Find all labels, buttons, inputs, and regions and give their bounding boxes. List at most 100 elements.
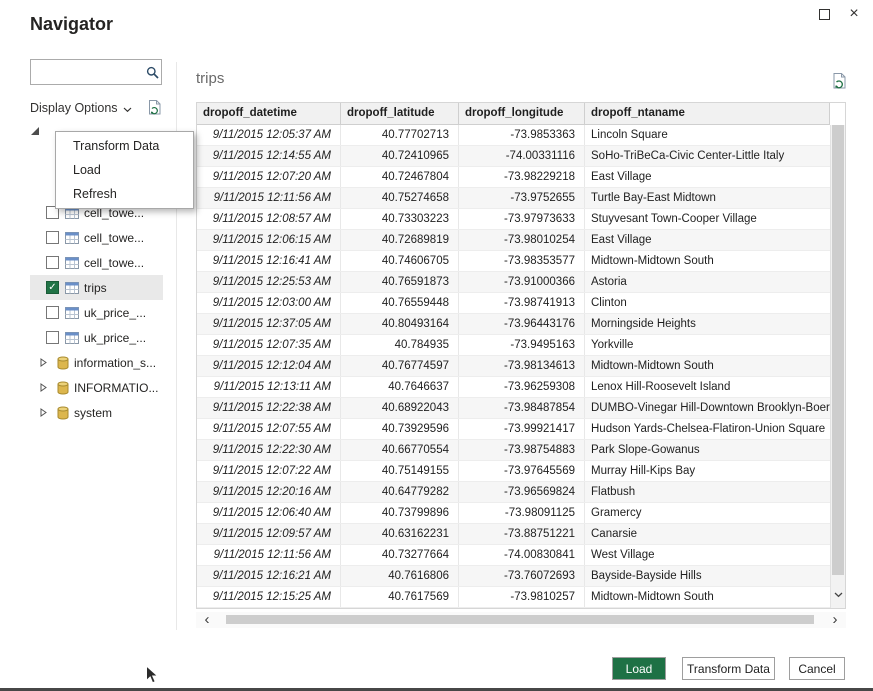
table-cell: Midtown-Midtown South: [585, 356, 830, 376]
table-cell: West Village: [585, 545, 830, 565]
table-cell: -73.98010254: [459, 230, 585, 250]
table-row: 9/11/2015 12:13:11 AM40.7646637-73.96259…: [197, 377, 830, 398]
table-cell: 40.74606705: [341, 251, 459, 271]
table-cell: 40.64779282: [341, 482, 459, 502]
table-cell: 9/11/2015 12:16:21 AM: [197, 566, 341, 586]
table-cell: -73.98134613: [459, 356, 585, 376]
table-cell: 40.7617569: [341, 587, 459, 607]
table-cell: 40.73277664: [341, 545, 459, 565]
column-header-dropoff_datetime: dropoff_datetime: [197, 103, 341, 124]
search-box: [30, 59, 162, 85]
table-cell: 9/11/2015 12:11:56 AM: [197, 188, 341, 208]
tree-item-uk-price[interactable]: uk_price_...: [28, 300, 168, 325]
database-icon: [57, 356, 69, 370]
table-cell: -73.98741913: [459, 293, 585, 313]
table-cell: 40.68922043: [341, 398, 459, 418]
scroll-down-icon[interactable]: [834, 585, 843, 603]
mouse-cursor-icon: [145, 665, 159, 690]
table-row: 9/11/2015 12:14:55 AM40.72410965-74.0033…: [197, 146, 830, 167]
transform-data-button[interactable]: Transform Data: [682, 657, 775, 680]
tree-item-information-s[interactable]: information_s...: [28, 350, 168, 375]
table-cell: -73.98487854: [459, 398, 585, 418]
database-icon: [57, 381, 69, 395]
table-cell: -73.97645569: [459, 461, 585, 481]
table-cell: 9/11/2015 12:07:22 AM: [197, 461, 341, 481]
table-cell: -73.76072693: [459, 566, 585, 586]
tree-item-label: trips: [84, 281, 107, 295]
context-menu-item-transform-data[interactable]: Transform Data: [56, 134, 193, 158]
table-cell: 40.72410965: [341, 146, 459, 166]
table-row: 9/11/2015 12:20:16 AM40.64779282-73.9656…: [197, 482, 830, 503]
table-cell: 9/11/2015 12:03:00 AM: [197, 293, 341, 313]
table-cell: -73.88751221: [459, 524, 585, 544]
load-button[interactable]: Load: [612, 657, 666, 680]
vertical-scrollbar[interactable]: [830, 125, 845, 608]
tree-item-uk-price[interactable]: uk_price_...: [28, 325, 168, 350]
display-options-dropdown[interactable]: Display Options: [30, 100, 132, 116]
table-cell: 9/11/2015 12:07:20 AM: [197, 167, 341, 187]
vertical-scrollbar-thumb[interactable]: [832, 125, 844, 575]
table-cell: 9/11/2015 12:37:05 AM: [197, 314, 341, 334]
tree-item-label: system: [74, 406, 112, 420]
table-cell: 40.72467804: [341, 167, 459, 187]
scroll-left-icon[interactable]: ‹: [196, 613, 218, 627]
table-icon: [65, 282, 79, 294]
tree-item-checkbox[interactable]: [46, 331, 59, 344]
table-row: 9/11/2015 12:07:55 AM40.73929596-73.9992…: [197, 419, 830, 440]
tree-item-label: uk_price_...: [84, 331, 146, 345]
table-row: 9/11/2015 12:25:53 AM40.76591873-73.9100…: [197, 272, 830, 293]
table-cell: -73.96259308: [459, 377, 585, 397]
tree-item-checkbox[interactable]: [46, 306, 59, 319]
tree-item-informatio[interactable]: INFORMATIO...: [28, 375, 168, 400]
search-icon[interactable]: [143, 66, 161, 79]
context-menu: Transform DataLoadRefresh: [55, 131, 194, 209]
refresh-preview-icon[interactable]: [831, 72, 848, 95]
table-row: 9/11/2015 12:11:56 AM40.75274658-73.9752…: [197, 188, 830, 209]
table-cell: -74.00830841: [459, 545, 585, 565]
tree-item-checkbox[interactable]: [46, 256, 59, 269]
tree-item-trips[interactable]: ✓ trips: [30, 275, 163, 300]
expanded-node-arrow-icon[interactable]: [31, 127, 39, 135]
scroll-right-icon[interactable]: ›: [824, 613, 846, 627]
table-cell: 9/11/2015 12:14:55 AM: [197, 146, 341, 166]
cancel-button[interactable]: Cancel: [789, 657, 845, 680]
table-cell: 40.75149155: [341, 461, 459, 481]
tree-item-cell-towe[interactable]: cell_towe...: [28, 250, 168, 275]
table-cell: 40.784935: [341, 335, 459, 355]
table-cell: 40.77702713: [341, 125, 459, 145]
table-cell: 40.73799896: [341, 503, 459, 523]
horizontal-scrollbar[interactable]: ‹ ›: [196, 612, 846, 628]
table-cell: Lincoln Square: [585, 125, 830, 145]
context-menu-item-load[interactable]: Load: [56, 158, 193, 182]
table-cell: Lenox Hill-Roosevelt Island: [585, 377, 830, 397]
table-cell: 9/11/2015 12:16:41 AM: [197, 251, 341, 271]
grid-body: 9/11/2015 12:05:37 AM40.77702713-73.9853…: [197, 125, 830, 608]
refresh-list-icon[interactable]: [147, 99, 163, 121]
table-cell: East Village: [585, 230, 830, 250]
database-icon: [57, 406, 69, 420]
horizontal-scrollbar-thumb[interactable]: [226, 615, 814, 624]
table-row: 9/11/2015 12:07:22 AM40.75149155-73.9764…: [197, 461, 830, 482]
table-cell: 40.66770554: [341, 440, 459, 460]
table-cell: 9/11/2015 12:22:38 AM: [197, 398, 341, 418]
table-cell: Astoria: [585, 272, 830, 292]
maximize-button[interactable]: [809, 3, 839, 25]
column-header-dropoff_latitude: dropoff_latitude: [341, 103, 459, 124]
data-preview-grid: dropoff_datetimedropoff_latitudedropoff_…: [196, 102, 846, 609]
context-menu-item-refresh[interactable]: Refresh: [56, 182, 193, 206]
table-cell: -74.00331116: [459, 146, 585, 166]
search-input[interactable]: [31, 63, 143, 81]
tree-item-checkbox[interactable]: [46, 231, 59, 244]
tree-item-system[interactable]: system: [28, 400, 168, 425]
grid-header-row: dropoff_datetimedropoff_latitudedropoff_…: [197, 103, 830, 125]
expand-arrow-icon[interactable]: [40, 408, 47, 417]
expand-arrow-icon[interactable]: [40, 383, 47, 392]
horizontal-scrollbar-track[interactable]: [218, 612, 824, 628]
tree-item-checkbox[interactable]: ✓: [46, 281, 59, 294]
table-row: 9/11/2015 12:11:56 AM40.73277664-74.0083…: [197, 545, 830, 566]
close-button[interactable]: ×: [839, 3, 869, 25]
expand-arrow-icon[interactable]: [40, 358, 47, 367]
tree-item-cell-towe[interactable]: cell_towe...: [28, 225, 168, 250]
table-cell: Stuyvesant Town-Cooper Village: [585, 209, 830, 229]
close-icon: ×: [849, 6, 858, 22]
